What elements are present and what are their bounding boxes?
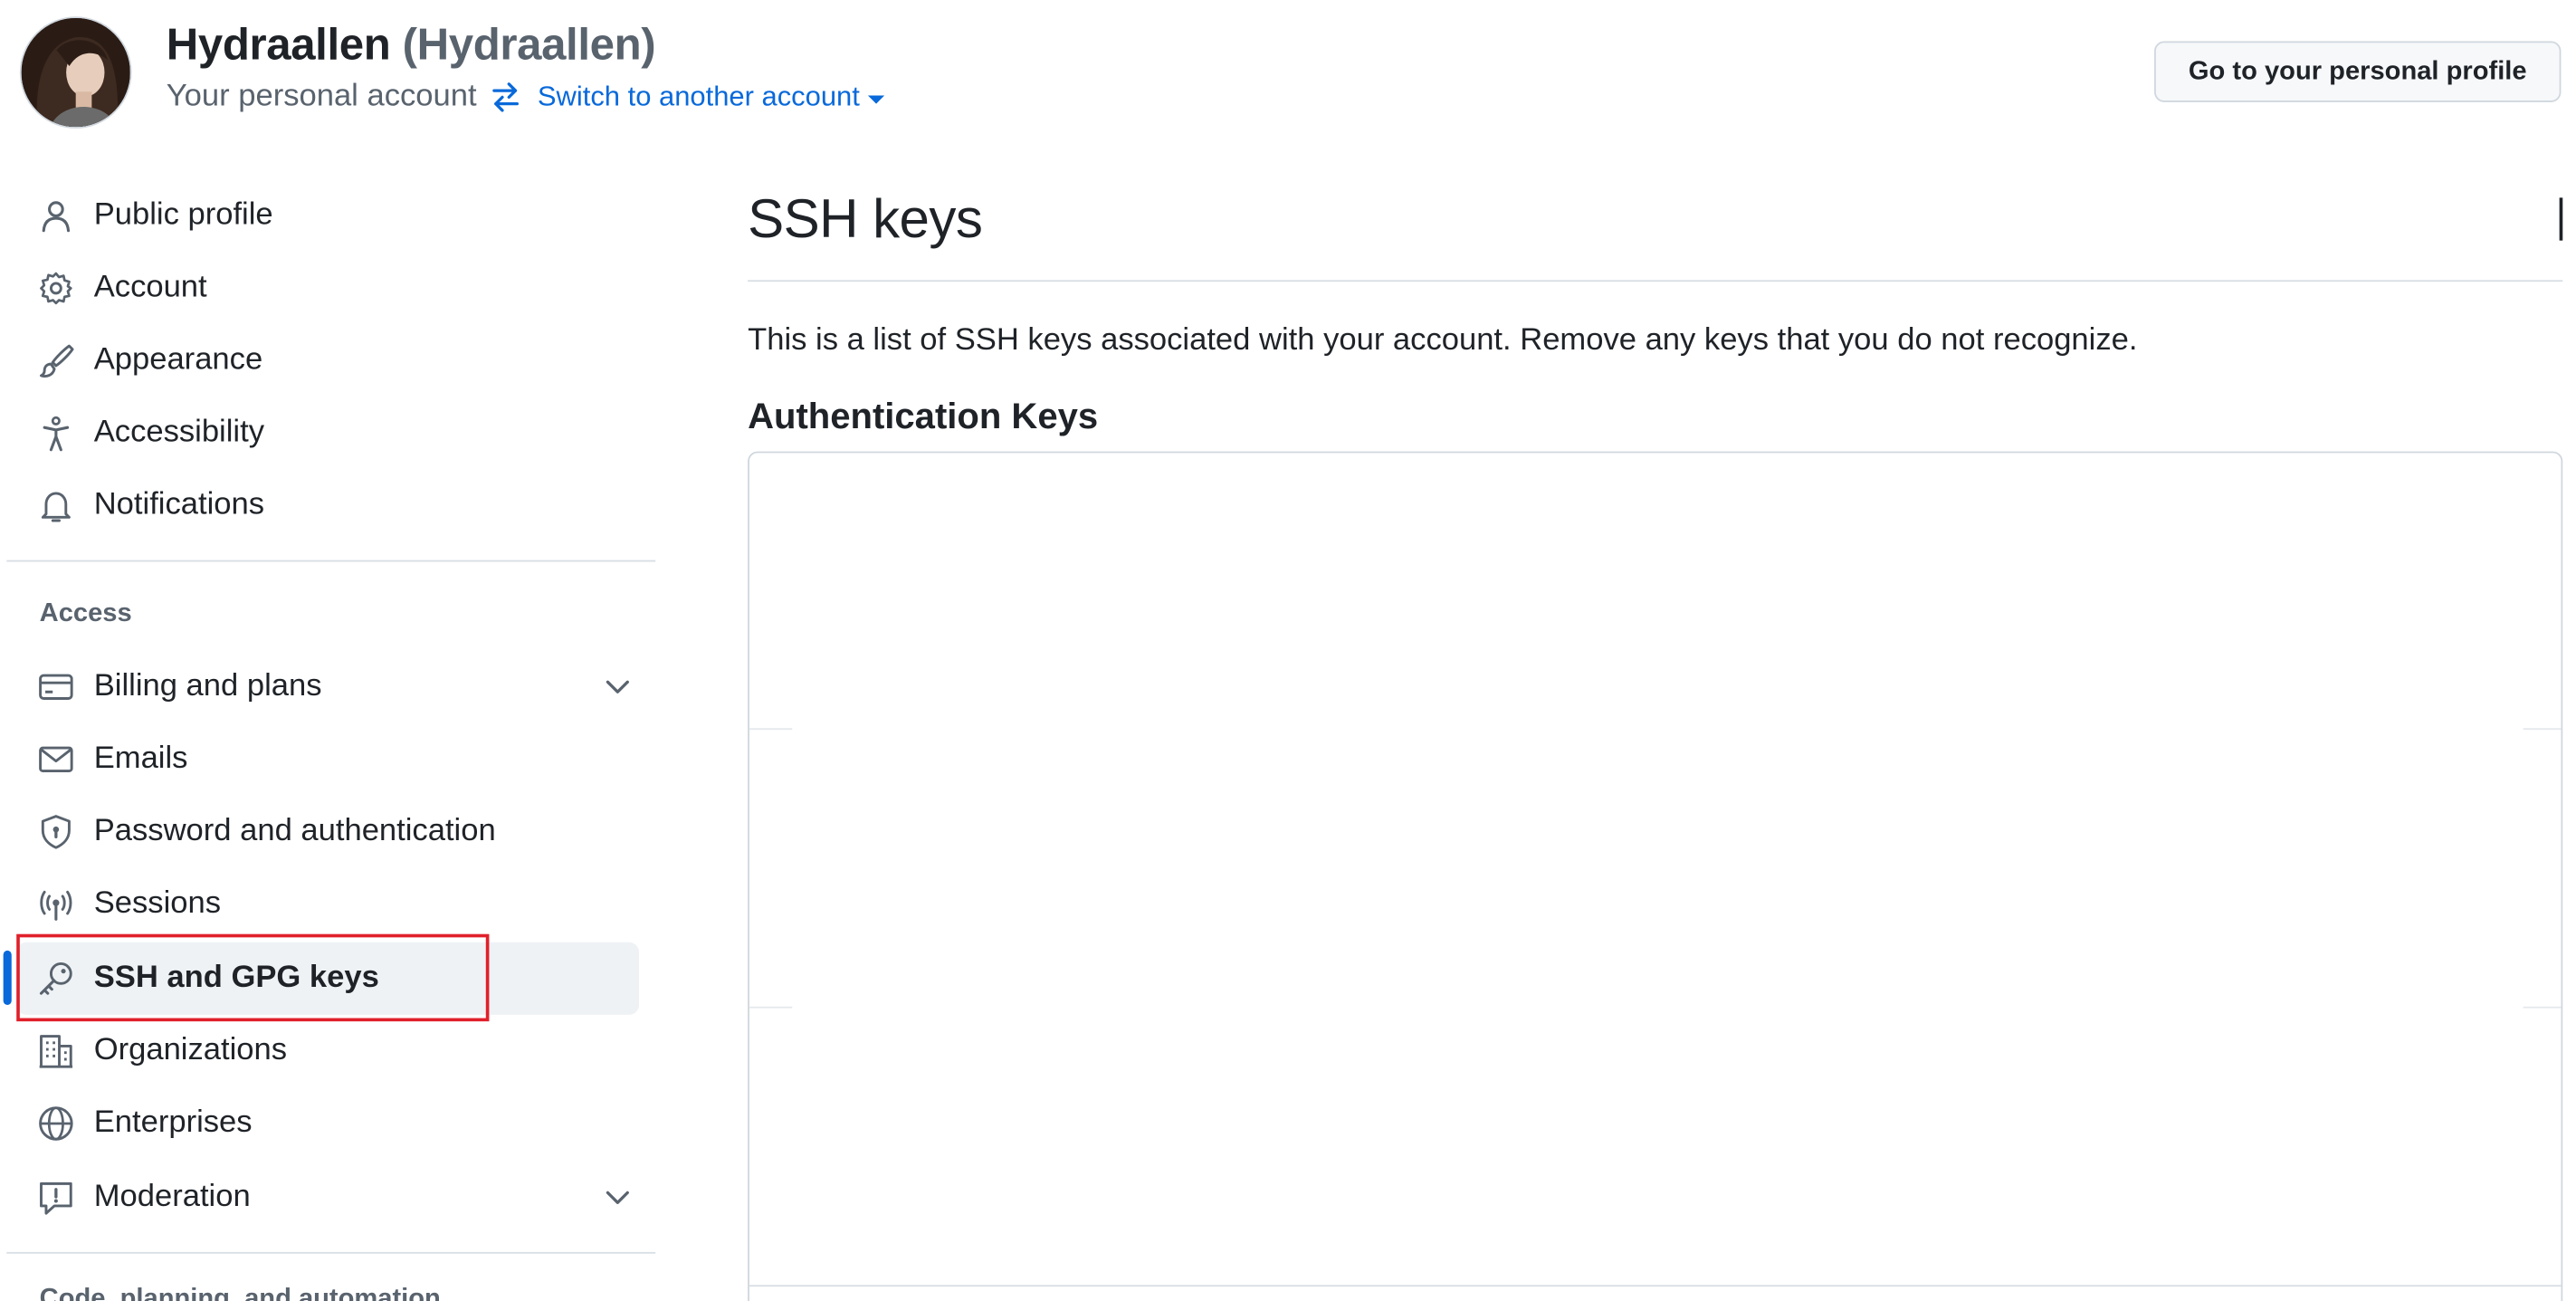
sidebar-item-label: Appearance	[93, 342, 263, 378]
shield-lock-icon	[38, 814, 74, 850]
sidebar-item-enterprises[interactable]: Enterprises	[16, 1087, 639, 1160]
sidebar-item-billing[interactable]: Billing and plans	[16, 651, 639, 723]
authentication-keys-list	[748, 451, 2563, 1301]
list-row-divider	[749, 1006, 793, 1009]
user-avatar[interactable]	[19, 16, 132, 129]
sidebar-item-label: SSH and GPG keys	[93, 960, 379, 996]
account-type-label: Your personal account	[166, 79, 477, 114]
user-login: (Hydraallen)	[402, 19, 656, 70]
page-description: This is a list of SSH keys associated wi…	[748, 322, 2138, 358]
sidebar-item-label: Organizations	[93, 1032, 288, 1068]
sidebar-item-label: Enterprises	[93, 1105, 253, 1141]
go-to-profile-button[interactable]: Go to your personal profile	[2154, 41, 2562, 102]
list-row-divider	[749, 728, 793, 731]
switch-account-link[interactable]: Switch to another account	[537, 81, 885, 113]
list-row-divider	[2523, 728, 2562, 731]
list-row-divider	[749, 1285, 2562, 1287]
sidebar-item-notifications[interactable]: Notifications	[16, 470, 639, 542]
display-name: Hydraallen	[166, 19, 391, 70]
sidebar-item-label: Account	[93, 270, 207, 305]
sidebar-item-moderation[interactable]: Moderation	[16, 1162, 639, 1234]
sidebar-item-label: Public profile	[93, 197, 273, 233]
account-context: Your personal account Switch to another …	[166, 79, 885, 115]
globe-icon	[38, 1105, 74, 1142]
sidebar-item-account[interactable]: Account	[16, 252, 639, 324]
authentication-keys-heading: Authentication Keys	[748, 395, 1099, 437]
caret-down-icon	[867, 94, 885, 103]
person-icon	[38, 197, 74, 234]
mail-icon	[38, 741, 74, 778]
organization-icon	[38, 1033, 74, 1069]
list-row-divider	[2523, 1006, 2562, 1009]
sidebar-item-public-profile[interactable]: Public profile	[16, 179, 639, 252]
profile-button-label: Go to your personal profile	[2188, 56, 2527, 85]
sidebar-item-ssh-gpg-keys[interactable]: SSH and GPG keys	[16, 942, 640, 1015]
gear-icon	[38, 270, 74, 306]
sidebar-item-sessions[interactable]: Sessions	[16, 868, 639, 941]
report-icon	[38, 1180, 74, 1216]
sidebar-item-label: Moderation	[93, 1179, 251, 1215]
sidebar-divider	[6, 560, 656, 562]
sidebar-item-label: Password and authentication	[93, 813, 496, 849]
sidebar-item-label: Emails	[93, 741, 188, 777]
sidebar-section-heading-access: Access	[39, 599, 132, 628]
cursor-marker	[2559, 197, 2563, 241]
sidebar-item-label: Billing and plans	[93, 668, 322, 703]
sidebar-item-label: Sessions	[93, 885, 222, 922]
sidebar-item-label: Accessibility	[93, 415, 265, 450]
switch-account-label: Switch to another account	[537, 81, 860, 112]
user-display-name: Hydraallen (Hydraallen)	[166, 19, 656, 71]
sidebar-item-label: Notifications	[93, 487, 265, 522]
chevron-down-icon[interactable]	[603, 672, 633, 702]
active-indicator	[3, 950, 12, 1005]
sidebar-item-password-authentication[interactable]: Password and authentication	[16, 796, 639, 868]
bell-icon	[38, 488, 74, 524]
title-divider	[748, 280, 2563, 282]
arrow-switch-icon	[490, 81, 522, 113]
broadcast-icon	[38, 886, 74, 923]
sidebar-section-heading-code: Code, planning, and automation	[39, 1285, 441, 1301]
sidebar-item-emails[interactable]: Emails	[16, 723, 639, 796]
page-title: SSH keys	[748, 187, 983, 249]
paintbrush-icon	[38, 342, 74, 378]
sidebar-divider	[6, 1251, 656, 1254]
settings-page: Hydraallen (Hydraallen) Your personal ac…	[0, 0, 2576, 1301]
sidebar-item-appearance[interactable]: Appearance	[16, 324, 639, 397]
key-icon	[38, 961, 74, 997]
chevron-down-icon[interactable]	[603, 1182, 633, 1212]
sidebar-item-accessibility[interactable]: Accessibility	[16, 397, 639, 470]
credit-card-icon	[38, 669, 74, 705]
sidebar-item-organizations[interactable]: Organizations	[16, 1015, 639, 1087]
accessibility-icon	[38, 416, 74, 452]
